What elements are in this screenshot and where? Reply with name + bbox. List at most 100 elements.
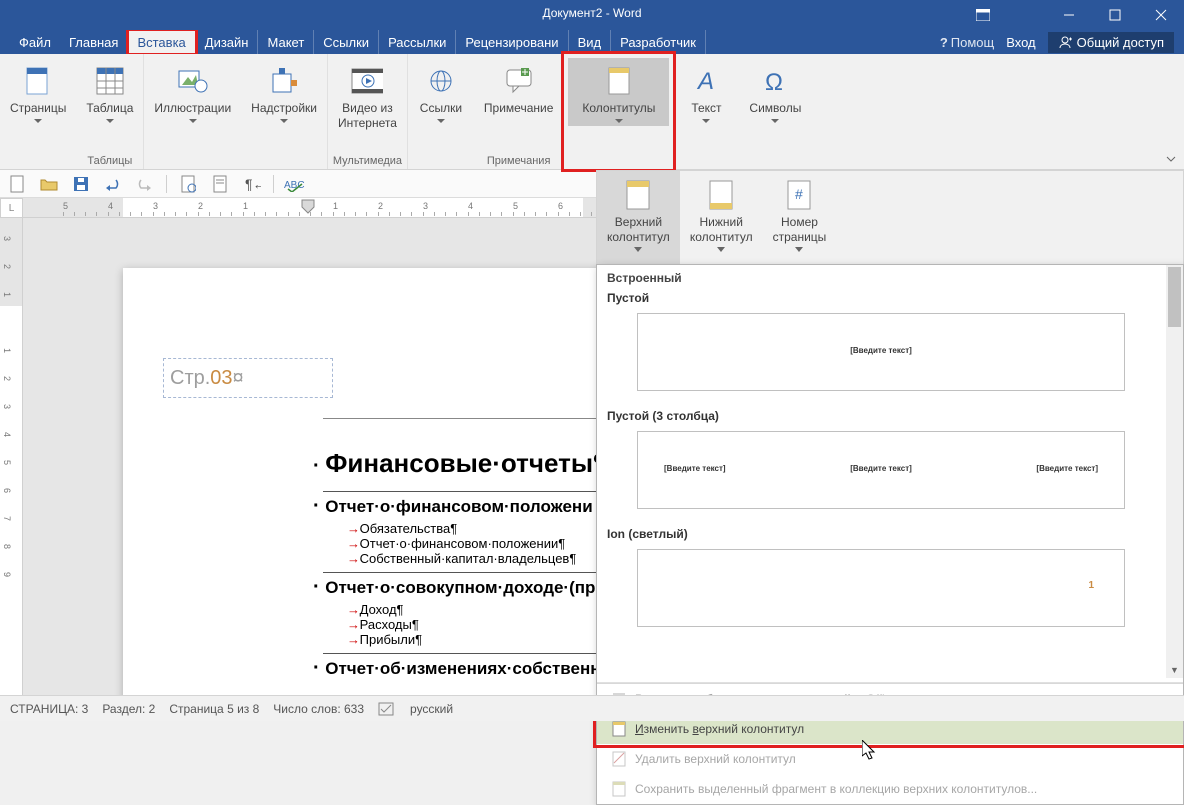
footer-dropdown-label: Нижний колонтитул (690, 215, 753, 245)
text-button[interactable]: A Текст (677, 58, 735, 126)
symbols-button[interactable]: Ω Символы (743, 58, 807, 126)
comment-icon (503, 65, 535, 97)
links-icon (425, 65, 457, 97)
gallery-item-blank[interactable]: [Введите текст] (637, 313, 1125, 391)
table-icon (94, 65, 126, 97)
tell-me[interactable]: ?Помощ (940, 35, 994, 50)
pilcrow-icon: ¤ (233, 367, 244, 390)
qat-new[interactable] (6, 173, 28, 195)
page-number-dropdown[interactable]: # Номер страницы (763, 171, 837, 269)
pages-button[interactable]: Страницы (4, 58, 72, 126)
signin[interactable]: Вход (1000, 35, 1041, 50)
header-dropdown-label: Верхний колонтитул (607, 215, 670, 245)
gallery-item-blank3[interactable]: [Введите текст] [Введите текст] [Введите… (637, 431, 1125, 509)
header-footer-sub-ribbon: Верхний колонтитул Нижний колонтитул # Н… (596, 170, 1184, 270)
illustrations-button[interactable]: Иллюстрации (148, 58, 237, 126)
illustrations-label: Иллюстрации (154, 101, 231, 123)
tab-references[interactable]: Ссылки (314, 30, 379, 54)
close-button[interactable] (1138, 0, 1184, 30)
share-button[interactable]: Общий доступ (1048, 32, 1174, 53)
table-button[interactable]: Таблица (80, 58, 139, 126)
qat-spelling[interactable]: ABC (284, 173, 306, 195)
addins-label: Надстройки (251, 101, 317, 123)
tab-view[interactable]: Вид (569, 30, 612, 54)
text-icon: A (690, 65, 722, 97)
gallery-section-builtin: Встроенный (597, 265, 1165, 287)
links-label: Ссылки (420, 101, 462, 123)
minimize-button[interactable] (1046, 0, 1092, 30)
tables-group-label: Таблицы (87, 155, 132, 167)
tab-developer[interactable]: Разработчик (611, 30, 706, 54)
ribbon-display-options[interactable] (967, 3, 999, 27)
tell-me-label: Помощ (951, 35, 994, 50)
tab-file[interactable]: Файл (10, 30, 60, 54)
qat-undo[interactable] (102, 173, 124, 195)
headers-footers-button[interactable]: Колонтитулы (568, 58, 669, 126)
comment-label: Примечание (484, 101, 553, 116)
vertical-ruler[interactable]: 321 123 456 789 (0, 218, 23, 695)
status-page-of[interactable]: Страница 5 из 8 (169, 702, 259, 716)
save-selection-icon (611, 781, 627, 797)
tab-design[interactable]: Дизайн (196, 30, 259, 54)
status-language[interactable]: русский (410, 702, 453, 716)
maximize-button[interactable] (1092, 0, 1138, 30)
gallery-remove-header[interactable]: Удалить верхний колонтитул (597, 744, 1183, 774)
gallery-item-blank3-label: Пустой (3 столбца) (597, 405, 1165, 427)
status-page[interactable]: СТРАНИЦА: 3 (10, 702, 88, 716)
video-icon (351, 65, 383, 97)
svg-text:#: # (795, 186, 803, 202)
video-label: Видео из Интернета (338, 101, 397, 131)
window-title: Документ2 - Word (542, 6, 641, 20)
pages-label: Страницы (10, 101, 66, 123)
status-section[interactable]: Раздел: 2 (102, 702, 155, 716)
addins-icon (268, 65, 300, 97)
symbols-label: Символы (749, 101, 801, 123)
page-header-prefix: Стр. (170, 367, 210, 390)
addins-button[interactable]: Надстройки (245, 58, 323, 126)
tab-review[interactable]: Рецензировани (456, 30, 568, 54)
illustrations-icon (177, 65, 209, 97)
page-header-number: 03 (210, 367, 232, 390)
status-bar: СТРАНИЦА: 3 Раздел: 2 Страница 5 из 8 Чи… (0, 695, 1184, 721)
ion-page-number: 1 (1088, 580, 1094, 591)
scrollbar-thumb[interactable] (1168, 267, 1181, 327)
gallery-edit-header-label: Изменить верхний колонтитул (635, 722, 804, 736)
header-gallery: Встроенный Пустой [Введите текст] Пустой… (596, 264, 1184, 805)
qat-document-properties[interactable] (177, 173, 199, 195)
tab-insert[interactable]: Вставка (128, 30, 195, 54)
status-words[interactable]: Число слов: 633 (273, 702, 364, 716)
page-header-field[interactable]: Стр.03¤ (163, 358, 333, 398)
status-proofing-icon[interactable] (378, 701, 396, 717)
qat-show-marks[interactable] (209, 173, 231, 195)
share-icon (1058, 35, 1072, 49)
gallery-item-ion[interactable]: 1 (637, 549, 1125, 627)
gallery-save-selection-label: Сохранить выделенный фрагмент в коллекци… (635, 782, 1037, 796)
footer-page-icon (705, 177, 737, 213)
tab-mailings[interactable]: Рассылки (379, 30, 456, 54)
header-icon (603, 65, 635, 97)
qat-show-all[interactable]: ¶↔ (241, 173, 263, 195)
pages-icon (22, 65, 54, 97)
placeholder-text: [Введите текст] (664, 464, 726, 473)
placeholder-text: [Введите текст] (850, 346, 912, 355)
collapse-ribbon[interactable] (1162, 151, 1180, 167)
qat-open[interactable] (38, 173, 60, 195)
comment-button[interactable]: Примечание (478, 58, 559, 119)
tab-home[interactable]: Главная (60, 30, 128, 54)
symbols-icon: Ω (759, 65, 791, 97)
qat-save[interactable] (70, 173, 92, 195)
video-button[interactable]: Видео из Интернета (332, 58, 403, 134)
qat-redo[interactable] (134, 173, 156, 195)
placeholder-text: [Введите текст] (850, 464, 912, 473)
footer-dropdown[interactable]: Нижний колонтитул (680, 171, 763, 269)
gallery-scrollbar[interactable]: ▲ ▼ (1166, 265, 1183, 678)
header-dropdown[interactable]: Верхний колонтитул (597, 171, 680, 269)
gallery-save-selection[interactable]: Сохранить выделенный фрагмент в коллекци… (597, 774, 1183, 804)
tab-layout[interactable]: Макет (258, 30, 314, 54)
comments-group-label: Примечания (487, 155, 551, 167)
svg-text:Ω: Ω (765, 69, 783, 94)
ribbon-body: Страницы Таблица Таблицы Иллюстрации Над… (0, 54, 1184, 170)
gallery-remove-header-label: Удалить верхний колонтитул (635, 752, 796, 766)
media-group-label: Мультимедиа (333, 155, 402, 167)
links-button[interactable]: Ссылки (412, 58, 470, 126)
